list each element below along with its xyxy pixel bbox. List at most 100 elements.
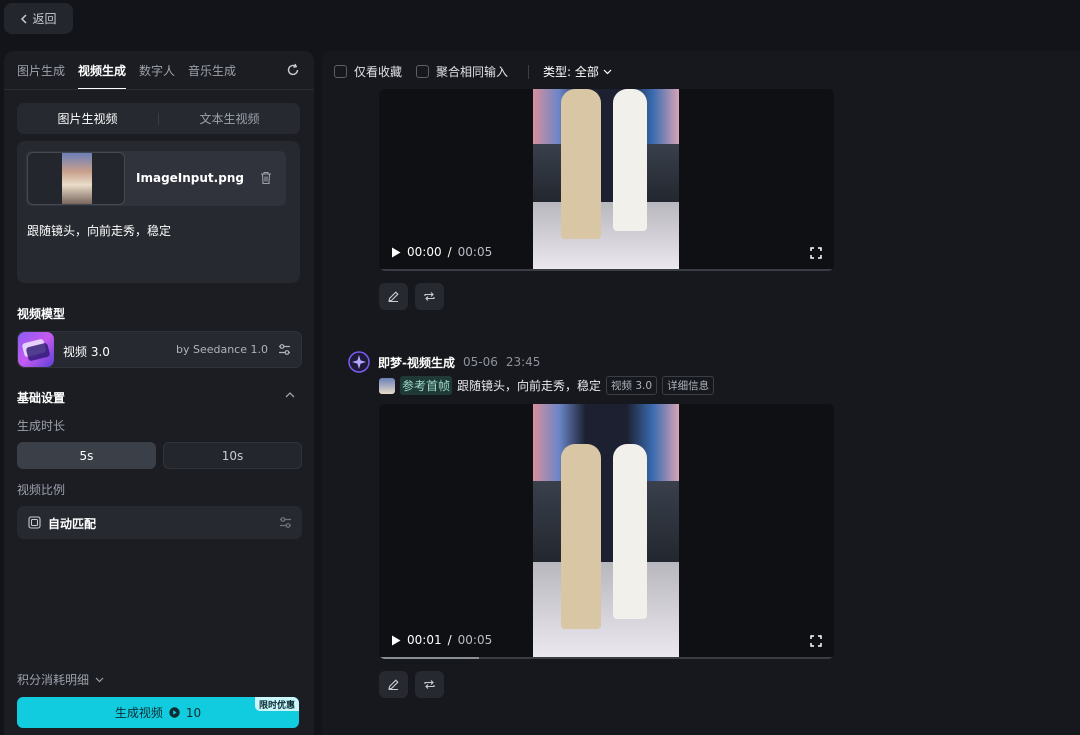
video-current-time: 00:01	[407, 633, 442, 647]
aspect-ratio-label: 视频比例	[17, 483, 66, 497]
duration-10s-button[interactable]: 10s	[163, 442, 302, 469]
fullscreen-icon[interactable]	[810, 247, 822, 259]
regenerate-button[interactable]	[415, 283, 444, 310]
generation-prompt: 跟随镜头，向前走秀，稳定	[457, 379, 602, 393]
play-icon[interactable]	[391, 247, 401, 258]
chevron-down-icon	[95, 677, 104, 682]
tab-music-generation[interactable]: 音乐生成	[188, 62, 236, 90]
back-label: 返回	[32, 12, 57, 26]
input-card: ImageInput.png 跟随镜头，向前走秀，稳定	[17, 141, 300, 283]
model-thumbnail	[18, 332, 54, 367]
results-panel: 仅看收藏 聚合相同输入 类型: 全部 00:00 / 00:05 即梦-视频生成…	[322, 51, 1080, 735]
edit-button[interactable]	[379, 283, 408, 310]
favorites-only-filter[interactable]: 仅看收藏	[334, 63, 402, 80]
generation-header: 即梦-视频生成 05-06 23:45	[348, 351, 540, 373]
generation-time: 23:45	[505, 355, 541, 369]
type-filter-label: 类型: 全部	[543, 65, 599, 79]
repeat-icon	[424, 680, 435, 689]
repeat-icon	[424, 292, 435, 301]
runway	[533, 201, 679, 271]
runway-model-left	[561, 89, 601, 239]
reference-frame-thumbnail[interactable]	[379, 377, 395, 394]
tab-digital-human[interactable]: 数字人	[139, 62, 175, 90]
pencil-icon	[388, 679, 399, 691]
trash-icon[interactable]	[260, 171, 272, 185]
uploaded-image-thumbnail[interactable]	[27, 152, 125, 205]
video-current-time: 00:00	[407, 245, 442, 259]
video-controls-2: 00:01 / 00:05	[391, 633, 492, 647]
film-strip-icon	[22, 339, 50, 361]
video-frame-1	[533, 89, 679, 271]
runway	[533, 562, 679, 659]
video-progress-fill	[379, 657, 480, 659]
creation-tabs: 图片生成 视频生成 数字人 音乐生成	[17, 62, 236, 90]
generation-author: 即梦-视频生成	[378, 355, 455, 370]
file-name: ImageInput.png	[136, 171, 244, 185]
back-button[interactable]: 返回	[4, 3, 73, 34]
aspect-ratio-icon	[28, 516, 41, 529]
credit-details-toggle[interactable]: 积分消耗明细	[17, 671, 104, 688]
thumbnail-image	[62, 153, 92, 204]
chevron-left-icon	[21, 13, 28, 24]
generation-date: 05-06	[462, 355, 498, 369]
generate-label: 生成视频	[114, 706, 163, 720]
edit-button[interactable]	[379, 671, 408, 698]
mode-text-to-video[interactable]: 文本生视频	[159, 110, 300, 127]
credit-details-label: 积分消耗明细	[17, 673, 90, 687]
runway-model-right	[613, 89, 647, 231]
type-filter-dropdown[interactable]: 类型: 全部	[543, 63, 612, 80]
generation-meta: 参考首帧 跟随镜头，向前走秀，稳定 视频 3.0 详细信息	[379, 376, 715, 395]
fullscreen-icon[interactable]	[810, 635, 822, 647]
uploaded-image-row: ImageInput.png	[26, 151, 286, 206]
aspect-ratio-selector[interactable]: 自动匹配	[17, 506, 302, 539]
dreamina-logo-icon	[348, 351, 370, 373]
details-tag[interactable]: 详细信息	[662, 376, 715, 395]
basic-settings-title: 基础设置	[17, 391, 66, 405]
model-selector[interactable]: 视频 3.0 by Seedance 1.0	[17, 331, 302, 368]
model-name: 视频 3.0	[63, 345, 110, 359]
video-total-time: 00:05	[457, 633, 493, 647]
duration-label: 生成时长	[17, 419, 66, 433]
pencil-icon	[388, 291, 399, 303]
video-frame-2	[533, 404, 679, 659]
regenerate-button[interactable]	[415, 671, 444, 698]
left-panel: 图片生成 视频生成 数字人 音乐生成 图片生视频 文本生视频 ImageInpu…	[4, 51, 314, 735]
prompt-input[interactable]: 跟随镜头，向前走秀，稳定	[27, 222, 171, 239]
aspect-ratio-value: 自动匹配	[48, 517, 97, 531]
chevron-down-icon	[603, 69, 612, 74]
refresh-icon[interactable]	[286, 63, 300, 77]
tabs-divider	[4, 89, 314, 90]
video-model-title: 视频模型	[17, 307, 66, 321]
video-progress-2[interactable]	[379, 657, 834, 659]
merge-same-input-checkbox[interactable]	[416, 65, 430, 78]
tab-image-generation[interactable]: 图片生成	[17, 62, 65, 90]
chevron-up-icon[interactable]	[285, 392, 295, 398]
favorites-only-label: 仅看收藏	[354, 65, 403, 79]
mode-switch: 图片生视频 文本生视频	[17, 103, 300, 134]
runway-model-left	[561, 444, 601, 629]
model-provider: by Seedance 1.0	[175, 343, 268, 356]
reference-frame-label: 参考首帧	[400, 376, 453, 395]
play-icon[interactable]	[391, 635, 401, 646]
runway-model-right	[613, 444, 647, 619]
favorites-only-checkbox[interactable]	[334, 65, 347, 78]
video-player-1[interactable]: 00:00 / 00:05	[379, 89, 834, 271]
video-total-time: 00:05	[457, 245, 493, 259]
filter-separator	[528, 64, 530, 79]
credit-coin-icon	[169, 707, 180, 718]
generate-cost: 10	[185, 705, 202, 720]
merge-same-input-label: 聚合相同输入	[436, 65, 509, 79]
generate-video-button[interactable]: 生成视频 10 限时优惠	[17, 697, 299, 728]
video-progress-1[interactable]	[379, 269, 834, 271]
filter-bar: 仅看收藏 聚合相同输入 类型: 全部	[334, 63, 612, 80]
tab-video-generation[interactable]: 视频生成	[78, 62, 127, 90]
mode-image-to-video[interactable]: 图片生视频	[17, 110, 158, 127]
model-tag: 视频 3.0	[606, 376, 658, 395]
limited-offer-badge: 限时优惠	[254, 697, 299, 711]
settings-sliders-icon[interactable]	[278, 343, 291, 356]
video-controls-1: 00:00 / 00:05	[391, 245, 492, 259]
duration-5s-button[interactable]: 5s	[17, 442, 156, 469]
settings-sliders-icon[interactable]	[279, 516, 292, 529]
merge-same-input-filter[interactable]: 聚合相同输入	[416, 63, 508, 80]
video-player-2[interactable]: 00:01 / 00:05	[379, 404, 834, 659]
